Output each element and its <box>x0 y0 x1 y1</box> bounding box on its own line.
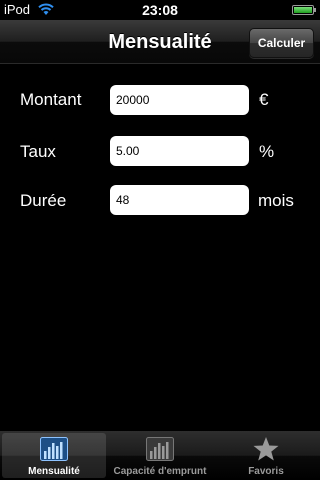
tab-favoris[interactable]: Favoris <box>214 433 318 478</box>
bar-chart-icon <box>146 437 174 461</box>
status-bar: iPod 23:08 <box>0 0 320 20</box>
tab-bar: Mensualité Capacité d'emprunt Favoris <box>0 431 320 480</box>
montant-unit: € <box>259 90 269 109</box>
duree-field[interactable] <box>110 185 249 215</box>
duree-unit: mois <box>258 191 294 210</box>
bar-chart-icon <box>40 437 68 461</box>
taux-field[interactable] <box>110 136 249 166</box>
tab-mensualite[interactable]: Mensualité <box>2 433 106 478</box>
tab-label: Favoris <box>248 466 284 477</box>
montant-label: Montant <box>20 90 82 109</box>
tab-label: Mensualité <box>28 466 80 477</box>
tab-label: Capacité d'emprunt <box>113 466 207 477</box>
taux-label: Taux <box>20 142 56 161</box>
clock: 23:08 <box>142 2 178 18</box>
calculer-button[interactable]: Calculer <box>249 28 314 58</box>
navigation-bar: Mensualité Calculer <box>0 20 320 64</box>
star-icon <box>253 437 279 461</box>
montant-field[interactable] <box>110 85 249 115</box>
taux-unit: % <box>259 142 275 161</box>
tab-capacite-emprunt[interactable]: Capacité d'emprunt <box>108 433 212 478</box>
duree-label: Durée <box>20 191 67 210</box>
battery-icon <box>292 5 316 15</box>
